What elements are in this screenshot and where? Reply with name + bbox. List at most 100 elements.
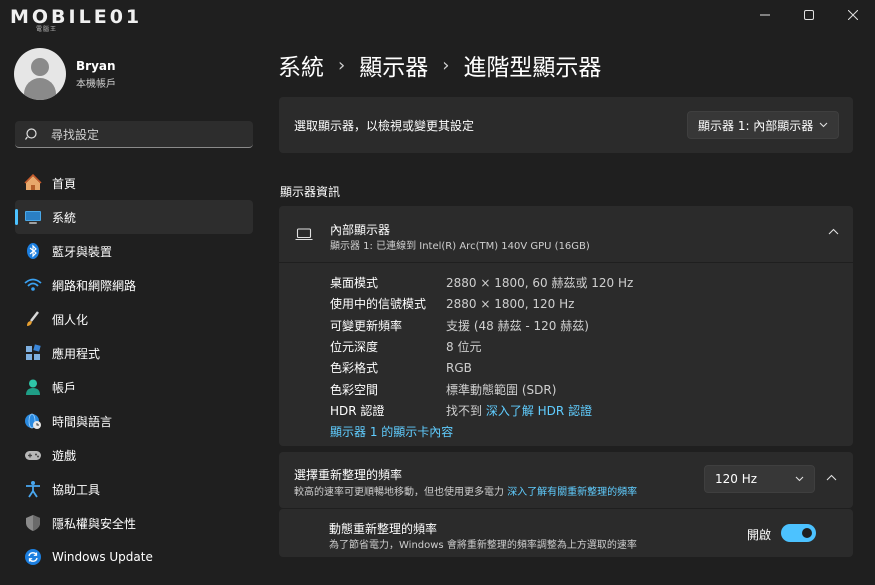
chevron-up-icon[interactable] <box>828 228 839 236</box>
sidebar-item-system[interactable]: 系統 <box>15 200 253 234</box>
breadcrumb-item-display[interactable]: 顯示器 <box>359 48 428 82</box>
info-row: 色彩空間 標準動態範圍 (SDR) <box>330 378 633 399</box>
info-row: 色彩格式 RGB <box>330 357 633 378</box>
refresh-rate-description: 較高的速率可更順暢地移動，但也使用更多電力 <box>294 487 504 498</box>
sidebar-item-time-language[interactable]: 時間與語言 <box>15 404 253 438</box>
dynamic-refresh-subtitle: 為了節省電力，Windows 會將重新整理的頻率調整為上方選取的速率 <box>329 540 637 551</box>
adapter-properties-link[interactable]: 顯示器 1 的顯示卡內容 <box>330 423 453 440</box>
sidebar-item-gaming[interactable]: 遊戲 <box>15 438 253 472</box>
info-row: 可變更新頻率 支援 (48 赫茲 - 120 赫茲) <box>330 315 633 336</box>
person-icon <box>24 378 42 396</box>
info-value: 2880 × 1800, 60 赫茲或 120 Hz <box>446 276 634 291</box>
info-value: RGB <box>446 360 472 375</box>
profile-name: Bryan <box>76 58 116 73</box>
search-icon <box>25 127 39 141</box>
breadcrumb-separator: › <box>338 54 346 76</box>
display-info-card: 內部顯示器 顯示器 1: 已連線到 Intel(R) Arc(TM) 140V … <box>279 206 853 446</box>
dynamic-refresh-title: 動態重新整理的頻率 <box>329 522 438 536</box>
sidebar-item-label: 帳戶 <box>52 380 77 395</box>
refresh-rate-subtitle: 較高的速率可更順暢地移動，但也使用更多電力 深入了解有關重新整理的頻率 <box>294 483 637 498</box>
info-row: 桌面模式 2880 × 1800, 60 赫茲或 120 Hz <box>330 272 633 293</box>
breadcrumb: 系統 › 顯示器 › 進階型顯示器 <box>278 48 601 82</box>
sidebar-item-accounts[interactable]: 帳戶 <box>15 370 253 404</box>
sidebar-item-label: 應用程式 <box>52 346 101 361</box>
info-key: 位元深度 <box>330 340 379 355</box>
sidebar-item-personalization[interactable]: 個人化 <box>15 302 253 336</box>
sidebar-item-bluetooth[interactable]: 藍牙與裝置 <box>15 234 253 268</box>
dynamic-refresh-toggle[interactable] <box>781 524 816 542</box>
home-icon <box>24 174 42 192</box>
info-row: HDR 認證 找不到 深入了解 HDR 認證 <box>330 400 633 421</box>
refresh-rate-value: 120 Hz <box>715 472 758 486</box>
sidebar-nav: 首頁 系統 藍牙與裝置 網路和網際網路 個人化 應用程式 帳戶 時間與語言 遊戲… <box>15 166 253 574</box>
apps-icon <box>24 344 42 362</box>
page-title: 進階型顯示器 <box>463 55 602 81</box>
profile-account-type: 本機帳戶 <box>76 78 116 90</box>
info-key: 桌面模式 <box>330 276 379 291</box>
sidebar-item-label: 協助工具 <box>52 482 101 497</box>
sidebar-item-label: Windows Update <box>52 550 153 564</box>
sidebar-item-home[interactable]: 首頁 <box>15 166 253 200</box>
info-value: 找不到 <box>446 403 483 418</box>
maximize-button[interactable] <box>787 0 831 30</box>
brush-icon <box>24 310 42 328</box>
display-info-title: 內部顯示器 <box>330 223 391 237</box>
display-info-rows: 桌面模式 2880 × 1800, 60 赫茲或 120 Hz 使用中的信號模式 2… <box>330 272 633 421</box>
info-key: 色彩格式 <box>330 361 379 376</box>
display-info-header[interactable]: 內部顯示器 顯示器 1: 已連線到 Intel(R) Arc(TM) 140V … <box>279 206 853 263</box>
chevron-up-icon[interactable] <box>826 474 837 482</box>
logo-subtext: 電腦王 <box>36 26 58 33</box>
sidebar-item-network[interactable]: 網路和網際網路 <box>15 268 253 302</box>
refresh-rate-learn-more-link[interactable]: 深入了解有關重新整理的頻率 <box>507 487 637 498</box>
section-title: 顯示器資訊 <box>280 185 341 199</box>
logo-text: MOBILE01 <box>10 6 143 28</box>
info-value: 支援 (48 赫茲 - 120 赫茲) <box>446 318 589 333</box>
sidebar-item-label: 網路和網際網路 <box>52 278 137 293</box>
maximize-icon <box>804 10 814 20</box>
close-button[interactable] <box>831 0 875 30</box>
info-key: 可變更新頻率 <box>330 318 403 333</box>
app-logo: MOBILE01 電腦王 <box>10 6 143 33</box>
display-info-subtitle: 顯示器 1: 已連線到 Intel(R) Arc(TM) 140V GPU (1… <box>330 241 590 252</box>
info-key: 使用中的信號模式 <box>330 297 427 312</box>
display-dropdown[interactable]: 顯示器 1: 內部顯示器 <box>687 111 839 139</box>
window-controls <box>743 0 875 30</box>
search-input[interactable]: 尋找設定 <box>15 121 253 148</box>
toggle-state-label: 開啟 <box>747 528 772 542</box>
minimize-button[interactable] <box>743 0 787 30</box>
chevron-down-icon <box>795 476 804 482</box>
info-key: 色彩空間 <box>330 382 379 397</box>
gamepad-icon <box>24 446 42 464</box>
info-key: HDR 認證 <box>330 403 385 418</box>
info-value: 2880 × 1800, 120 Hz <box>446 296 575 311</box>
sidebar-item-accessibility[interactable]: 協助工具 <box>15 472 253 506</box>
wifi-icon <box>24 276 42 294</box>
breadcrumb-item-system[interactable]: 系統 <box>278 48 324 82</box>
update-icon <box>24 548 42 566</box>
sidebar-item-label: 遊戲 <box>52 448 77 463</box>
sidebar-item-windows-update[interactable]: Windows Update <box>15 540 253 574</box>
accessibility-icon <box>24 480 42 498</box>
chevron-down-icon <box>819 122 828 128</box>
info-row: 使用中的信號模式 2880 × 1800, 120 Hz <box>330 293 633 314</box>
user-profile[interactable]: Bryan 本機帳戶 <box>14 48 116 100</box>
info-value: 標準動態範圍 (SDR) <box>446 382 557 397</box>
display-dropdown-value: 顯示器 1: 內部顯示器 <box>698 118 814 133</box>
sidebar-item-apps[interactable]: 應用程式 <box>15 336 253 370</box>
system-icon <box>24 208 42 226</box>
refresh-rate-dropdown[interactable]: 120 Hz <box>704 465 815 493</box>
display-select-label: 選取顯示器，以檢視或變更其設定 <box>294 118 475 133</box>
toggle-knob <box>802 528 812 538</box>
refresh-rate-title: 選擇重新整理的頻率 <box>294 468 403 482</box>
shield-icon <box>24 514 42 532</box>
sidebar-item-privacy[interactable]: 隱私權與安全性 <box>15 506 253 540</box>
info-value: 8 位元 <box>446 340 482 355</box>
sidebar-item-label: 首頁 <box>52 176 77 191</box>
info-row: 位元深度 8 位元 <box>330 336 633 357</box>
bluetooth-icon <box>24 242 42 260</box>
breadcrumb-separator: › <box>442 54 450 76</box>
hdr-learn-more-link[interactable]: 深入了解 HDR 認證 <box>486 402 592 419</box>
sidebar-item-label: 時間與語言 <box>52 414 113 429</box>
close-icon <box>848 10 858 20</box>
sidebar-item-label: 系統 <box>52 210 77 225</box>
